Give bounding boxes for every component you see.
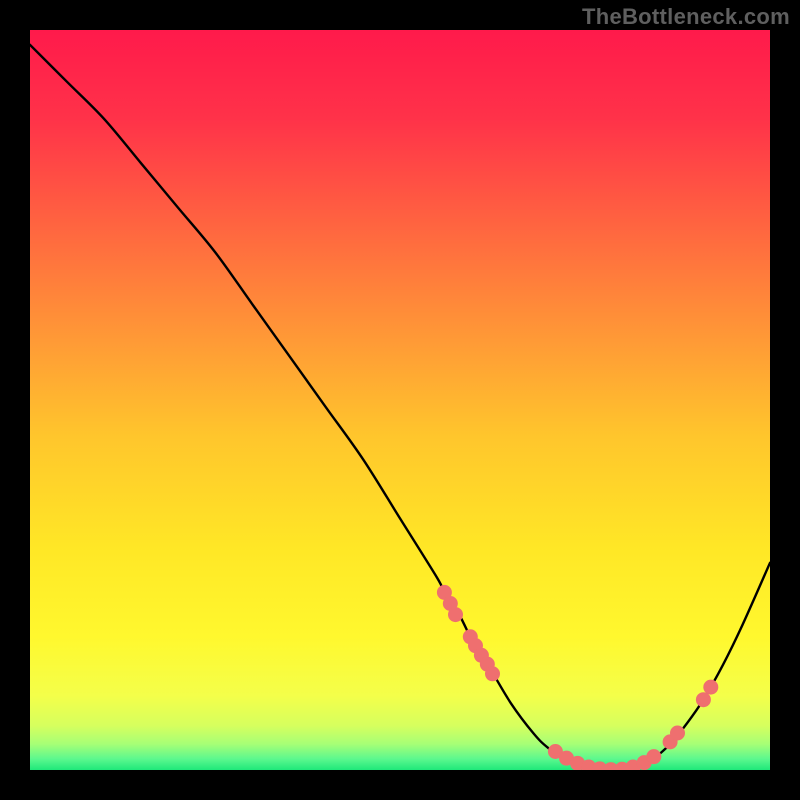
attribution-text: TheBottleneck.com (582, 4, 790, 30)
data-marker (696, 692, 711, 707)
bottleneck-chart (30, 30, 770, 770)
data-marker (646, 749, 661, 764)
data-marker (448, 607, 463, 622)
data-marker (703, 680, 718, 695)
chart-container (30, 30, 770, 770)
chart-background (30, 30, 770, 770)
data-marker (485, 666, 500, 681)
data-marker (670, 726, 685, 741)
